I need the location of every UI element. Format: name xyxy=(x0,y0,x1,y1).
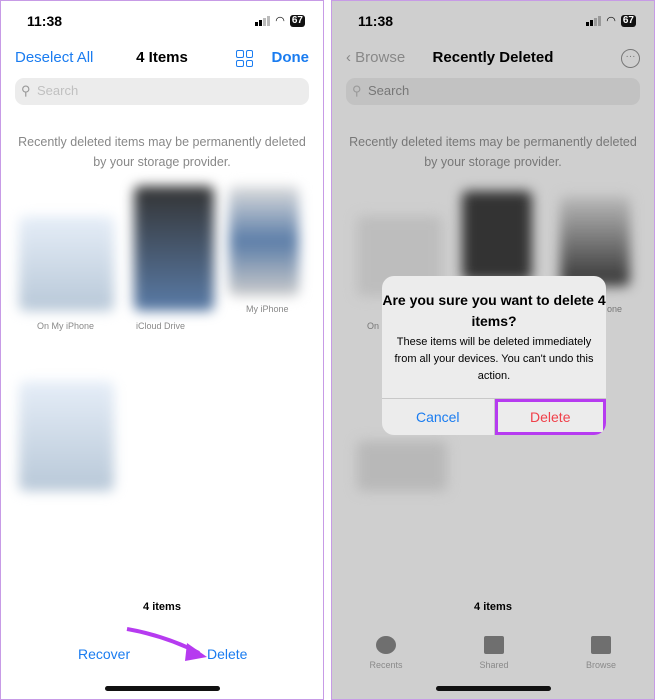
tab-shared[interactable]: Shared xyxy=(464,636,524,670)
signal-icon xyxy=(255,15,271,26)
wifi-icon: ◠ xyxy=(275,15,285,27)
file-location: one xyxy=(607,304,623,314)
file-location: My iPhone xyxy=(246,304,289,314)
dialog-title: Are you sure you want to delete 4 items? xyxy=(382,292,606,329)
nav-bar: 4 Items Deselect All Done xyxy=(1,49,323,69)
nav-bar: Recently Deleted ‹ Browse ··· xyxy=(332,49,654,69)
file-location: On My iPhone xyxy=(37,321,95,331)
folder-icon xyxy=(591,636,611,654)
delete-confirm-dialog: Are you sure you want to delete 4 items?… xyxy=(382,276,606,435)
confirm-delete-button[interactable]: Delete xyxy=(494,399,606,435)
search-input[interactable]: ⚲ Search xyxy=(346,78,640,105)
cancel-button[interactable]: Cancel xyxy=(382,399,495,435)
right-screen: 11:38 ◠ 67 Recently Deleted ‹ Browse ···… xyxy=(331,0,655,700)
status-time: 11:38 xyxy=(27,13,63,29)
item-count: 4 items xyxy=(474,601,512,613)
clock-icon xyxy=(376,636,396,654)
battery-icon: 67 xyxy=(289,14,305,27)
search-input[interactable]: ⚲ Search xyxy=(15,78,309,105)
back-button[interactable]: ‹ Browse xyxy=(346,49,405,66)
file-location: iCloud Drive xyxy=(136,321,186,331)
home-indicator xyxy=(105,686,220,691)
search-icon: ⚲ xyxy=(352,83,362,98)
deselect-all-button[interactable]: Deselect All xyxy=(15,49,93,66)
file-location: On xyxy=(367,321,380,331)
search-icon: ⚲ xyxy=(21,83,31,98)
tab-browse[interactable]: Browse xyxy=(571,636,631,670)
battery-icon: 67 xyxy=(620,14,636,27)
file-thumbnail[interactable] xyxy=(19,216,114,311)
file-thumbnail[interactable] xyxy=(229,186,299,296)
arrow-annotation xyxy=(126,627,207,661)
shared-folder-icon xyxy=(484,636,504,654)
status-time: 11:38 xyxy=(358,13,394,29)
info-note: Recently deleted items may be permanentl… xyxy=(18,135,306,169)
item-count: 4 items xyxy=(143,601,181,613)
chevron-left-icon: ‹ xyxy=(346,49,356,66)
dialog-message: These items will be deleted immediately … xyxy=(394,336,594,382)
status-icons: ◠ 67 xyxy=(255,14,305,27)
home-indicator xyxy=(436,686,551,691)
grid-view-icon[interactable] xyxy=(236,50,253,67)
file-thumbnail[interactable] xyxy=(134,186,214,311)
file-thumbnail xyxy=(357,441,447,491)
more-icon[interactable]: ··· xyxy=(621,49,640,68)
status-icons: ◠ 67 xyxy=(586,14,636,27)
info-note: Recently deleted items may be permanentl… xyxy=(349,135,637,169)
file-thumbnail xyxy=(560,196,630,286)
wifi-icon: ◠ xyxy=(606,15,616,27)
left-screen: 11:38 ◠ 67 4 Items Deselect All Done ⚲ Se… xyxy=(0,0,324,700)
delete-button[interactable]: Delete xyxy=(207,646,247,662)
file-thumbnail[interactable] xyxy=(19,381,114,491)
signal-icon xyxy=(586,15,602,26)
done-button[interactable]: Done xyxy=(272,49,310,66)
file-thumbnail xyxy=(462,191,532,281)
tab-recents[interactable]: Recents xyxy=(356,636,416,670)
